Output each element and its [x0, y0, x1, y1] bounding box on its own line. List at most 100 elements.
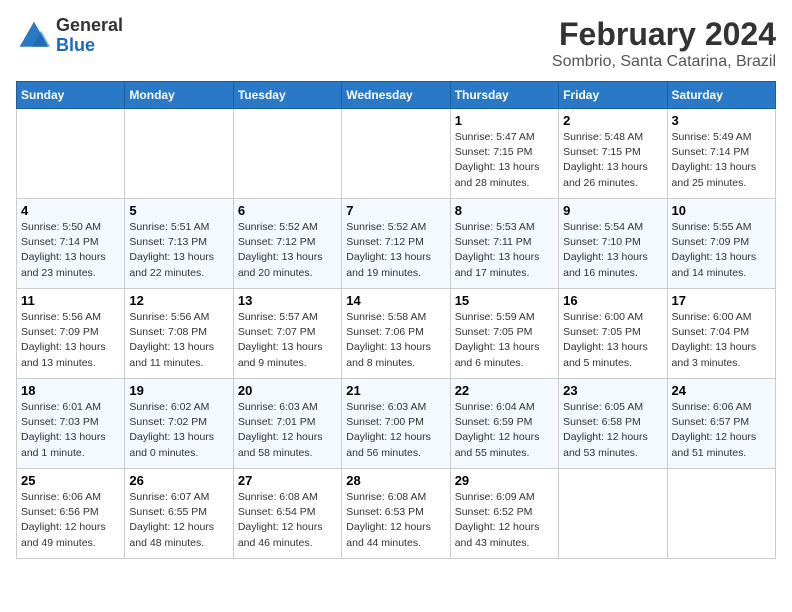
day-number: 22: [455, 383, 554, 398]
day-number: 25: [21, 473, 120, 488]
day-number: 12: [129, 293, 228, 308]
day-number: 9: [563, 203, 662, 218]
day-number: 2: [563, 113, 662, 128]
calendar-cell: 16 Sunrise: 6:00 AM Sunset: 7:05 PM Dayli…: [559, 289, 667, 379]
calendar-cell: 7 Sunrise: 5:52 AM Sunset: 7:12 PM Daylig…: [342, 199, 450, 289]
calendar-cell: 27 Sunrise: 6:08 AM Sunset: 6:54 PM Dayli…: [233, 469, 341, 559]
calendar-cell: 26 Sunrise: 6:07 AM Sunset: 6:55 PM Dayli…: [125, 469, 233, 559]
day-detail: Sunrise: 5:52 AM Sunset: 7:12 PM Dayligh…: [346, 220, 445, 281]
day-number: 26: [129, 473, 228, 488]
day-detail: Sunrise: 6:07 AM Sunset: 6:55 PM Dayligh…: [129, 490, 228, 551]
day-number: 15: [455, 293, 554, 308]
day-detail: Sunrise: 6:03 AM Sunset: 7:01 PM Dayligh…: [238, 400, 337, 461]
day-detail: Sunrise: 5:53 AM Sunset: 7:11 PM Dayligh…: [455, 220, 554, 281]
calendar-cell: 12 Sunrise: 5:56 AM Sunset: 7:08 PM Dayli…: [125, 289, 233, 379]
calendar-cell: 1 Sunrise: 5:47 AM Sunset: 7:15 PM Daylig…: [450, 109, 558, 199]
day-number: 20: [238, 383, 337, 398]
day-number: 1: [455, 113, 554, 128]
weekday-header-friday: Friday: [559, 82, 667, 109]
day-detail: Sunrise: 5:51 AM Sunset: 7:13 PM Dayligh…: [129, 220, 228, 281]
day-detail: Sunrise: 5:55 AM Sunset: 7:09 PM Dayligh…: [672, 220, 771, 281]
calendar-cell: 28Sunrise: 6:08 AM Sunset: 6:53 PM Dayli…: [342, 469, 450, 559]
calendar-cell: [233, 109, 341, 199]
calendar-cell: [17, 109, 125, 199]
day-number: 11: [21, 293, 120, 308]
day-detail: Sunrise: 6:04 AM Sunset: 6:59 PM Dayligh…: [455, 400, 554, 461]
day-detail: Sunrise: 5:52 AM Sunset: 7:12 PM Dayligh…: [238, 220, 337, 281]
calendar-week-3: 11 Sunrise: 5:56 AM Sunset: 7:09 PM Dayli…: [17, 289, 776, 379]
day-detail: Sunrise: 5:47 AM Sunset: 7:15 PM Dayligh…: [455, 130, 554, 191]
day-number: 8: [455, 203, 554, 218]
weekday-header-tuesday: Tuesday: [233, 82, 341, 109]
day-number: 16: [563, 293, 662, 308]
calendar-cell: 3 Sunrise: 5:49 AM Sunset: 7:14 PM Daylig…: [667, 109, 775, 199]
day-detail: Sunrise: 6:08 AM Sunset: 6:54 PM Dayligh…: [238, 490, 337, 551]
day-detail: Sunrise: 6:02 AM Sunset: 7:02 PM Dayligh…: [129, 400, 228, 461]
calendar-cell: [559, 469, 667, 559]
calendar-cell: 6 Sunrise: 5:52 AM Sunset: 7:12 PM Daylig…: [233, 199, 341, 289]
day-detail: Sunrise: 5:54 AM Sunset: 7:10 PM Dayligh…: [563, 220, 662, 281]
day-detail: Sunrise: 6:03 AM Sunset: 7:00 PM Dayligh…: [346, 400, 445, 461]
day-number: 5: [129, 203, 228, 218]
day-detail: Sunrise: 6:00 AM Sunset: 7:04 PM Dayligh…: [672, 310, 771, 371]
calendar-cell: 10 Sunrise: 5:55 AM Sunset: 7:09 PM Dayli…: [667, 199, 775, 289]
day-number: 28: [346, 473, 445, 488]
weekday-header-saturday: Saturday: [667, 82, 775, 109]
day-number: 3: [672, 113, 771, 128]
calendar-cell: 18 Sunrise: 6:01 AM Sunset: 7:03 PM Dayli…: [17, 379, 125, 469]
calendar-cell: 22 Sunrise: 6:04 AM Sunset: 6:59 PM Dayli…: [450, 379, 558, 469]
logo: General Blue: [16, 16, 123, 56]
calendar-cell: 15 Sunrise: 5:59 AM Sunset: 7:05 PM Dayli…: [450, 289, 558, 379]
day-number: 13: [238, 293, 337, 308]
calendar-cell: 11 Sunrise: 5:56 AM Sunset: 7:09 PM Dayli…: [17, 289, 125, 379]
calendar-cell: [667, 469, 775, 559]
day-detail: Sunrise: 6:01 AM Sunset: 7:03 PM Dayligh…: [21, 400, 120, 461]
calendar-cell: 13 Sunrise: 5:57 AM Sunset: 7:07 PM Dayli…: [233, 289, 341, 379]
day-detail: Sunrise: 6:06 AM Sunset: 6:56 PM Dayligh…: [21, 490, 120, 551]
calendar-header-row: SundayMondayTuesdayWednesdayThursdayFrid…: [17, 82, 776, 109]
calendar-table: SundayMondayTuesdayWednesdayThursdayFrid…: [16, 81, 776, 559]
day-detail: Sunrise: 5:56 AM Sunset: 7:09 PM Dayligh…: [21, 310, 120, 371]
weekday-header-thursday: Thursday: [450, 82, 558, 109]
day-number: 29: [455, 473, 554, 488]
calendar-cell: 20 Sunrise: 6:03 AM Sunset: 7:01 PM Dayli…: [233, 379, 341, 469]
day-number: 17: [672, 293, 771, 308]
day-detail: Sunrise: 6:05 AM Sunset: 6:58 PM Dayligh…: [563, 400, 662, 461]
calendar-cell: [342, 109, 450, 199]
calendar-week-5: 25 Sunrise: 6:06 AM Sunset: 6:56 PM Dayli…: [17, 469, 776, 559]
day-detail: Sunrise: 6:06 AM Sunset: 6:57 PM Dayligh…: [672, 400, 771, 461]
day-detail: Sunrise: 5:56 AM Sunset: 7:08 PM Dayligh…: [129, 310, 228, 371]
day-number: 27: [238, 473, 337, 488]
calendar-cell: 24Sunrise: 6:06 AM Sunset: 6:57 PM Dayli…: [667, 379, 775, 469]
day-detail: Sunrise: 5:57 AM Sunset: 7:07 PM Dayligh…: [238, 310, 337, 371]
calendar-cell: 9 Sunrise: 5:54 AM Sunset: 7:10 PM Daylig…: [559, 199, 667, 289]
sub-title: Sombrio, Santa Catarina, Brazil: [552, 53, 776, 71]
calendar-cell: 14Sunrise: 5:58 AM Sunset: 7:06 PM Dayli…: [342, 289, 450, 379]
calendar-cell: 21 Sunrise: 6:03 AM Sunset: 7:00 PM Dayli…: [342, 379, 450, 469]
title-section: February 2024 Sombrio, Santa Catarina, B…: [552, 16, 776, 71]
day-detail: Sunrise: 5:50 AM Sunset: 7:14 PM Dayligh…: [21, 220, 120, 281]
day-detail: Sunrise: 5:49 AM Sunset: 7:14 PM Dayligh…: [672, 130, 771, 191]
calendar-cell: 17 Sunrise: 6:00 AM Sunset: 7:04 PM Dayli…: [667, 289, 775, 379]
calendar-cell: [125, 109, 233, 199]
day-number: 21: [346, 383, 445, 398]
day-detail: Sunrise: 6:00 AM Sunset: 7:05 PM Dayligh…: [563, 310, 662, 371]
calendar-cell: 8 Sunrise: 5:53 AM Sunset: 7:11 PM Daylig…: [450, 199, 558, 289]
calendar-cell: 25 Sunrise: 6:06 AM Sunset: 6:56 PM Dayli…: [17, 469, 125, 559]
day-number: 6: [238, 203, 337, 218]
calendar-week-2: 4 Sunrise: 5:50 AM Sunset: 7:14 PM Daylig…: [17, 199, 776, 289]
day-number: 18: [21, 383, 120, 398]
calendar-week-1: 1 Sunrise: 5:47 AM Sunset: 7:15 PM Daylig…: [17, 109, 776, 199]
day-detail: Sunrise: 5:59 AM Sunset: 7:05 PM Dayligh…: [455, 310, 554, 371]
day-number: 10: [672, 203, 771, 218]
logo-icon: [16, 18, 52, 54]
weekday-header-monday: Monday: [125, 82, 233, 109]
calendar-week-4: 18 Sunrise: 6:01 AM Sunset: 7:03 PM Dayli…: [17, 379, 776, 469]
calendar-cell: 29 Sunrise: 6:09 AM Sunset: 6:52 PM Dayli…: [450, 469, 558, 559]
day-number: 4: [21, 203, 120, 218]
logo-text: General Blue: [56, 16, 123, 56]
day-number: 19: [129, 383, 228, 398]
day-detail: Sunrise: 5:58 AM Sunset: 7:06 PM Dayligh…: [346, 310, 445, 371]
day-detail: Sunrise: 6:09 AM Sunset: 6:52 PM Dayligh…: [455, 490, 554, 551]
day-number: 7: [346, 203, 445, 218]
